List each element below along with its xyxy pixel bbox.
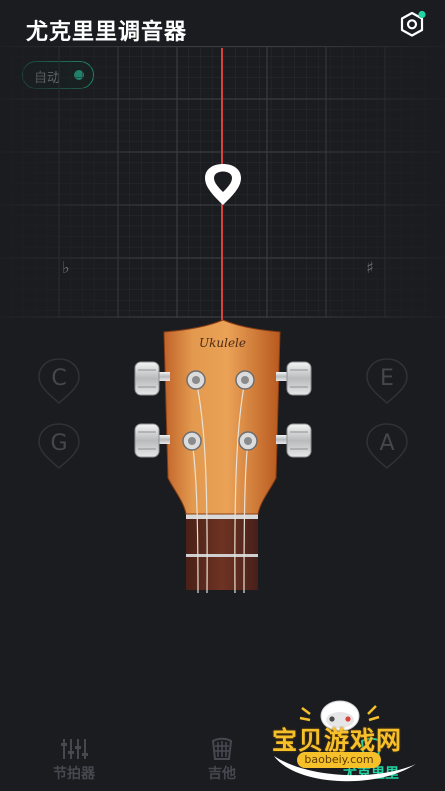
pick-icon	[205, 164, 241, 205]
settings-button[interactable]	[397, 10, 427, 40]
watermark-url: baobeiy.com	[297, 752, 381, 768]
tuning-peg-e	[276, 361, 312, 396]
page-title: 尤克里里调音器	[26, 20, 188, 45]
string-label-c: C	[51, 366, 67, 391]
string-label-e: E	[380, 366, 394, 391]
tab-metronome[interactable]: 节拍器	[44, 733, 104, 782]
notification-dot	[418, 10, 426, 19]
string-button-c[interactable]: C	[37, 357, 81, 405]
brand-logo: Ukulele	[199, 336, 246, 350]
tab-guitar-label: 吉他	[208, 766, 236, 782]
sharp-symbol: ♯	[366, 258, 374, 277]
string-label-a: A	[379, 431, 395, 456]
guitar-icon	[211, 737, 233, 760]
ukulele-headstock	[134, 319, 312, 593]
tab-metronome-label: 节拍器	[53, 766, 95, 782]
gear-icon	[400, 10, 426, 37]
tuning-peg-g	[134, 423, 170, 458]
metronome-icon	[61, 739, 88, 759]
string-button-a[interactable]: A	[365, 422, 409, 470]
string-button-g[interactable]: G	[37, 422, 81, 470]
string-label-g: G	[50, 431, 68, 456]
tuning-peg-a	[276, 423, 312, 458]
tab-guitar[interactable]: 吉他	[192, 733, 252, 782]
string-button-e[interactable]: E	[365, 357, 409, 405]
flat-symbol: ♭	[62, 258, 70, 277]
